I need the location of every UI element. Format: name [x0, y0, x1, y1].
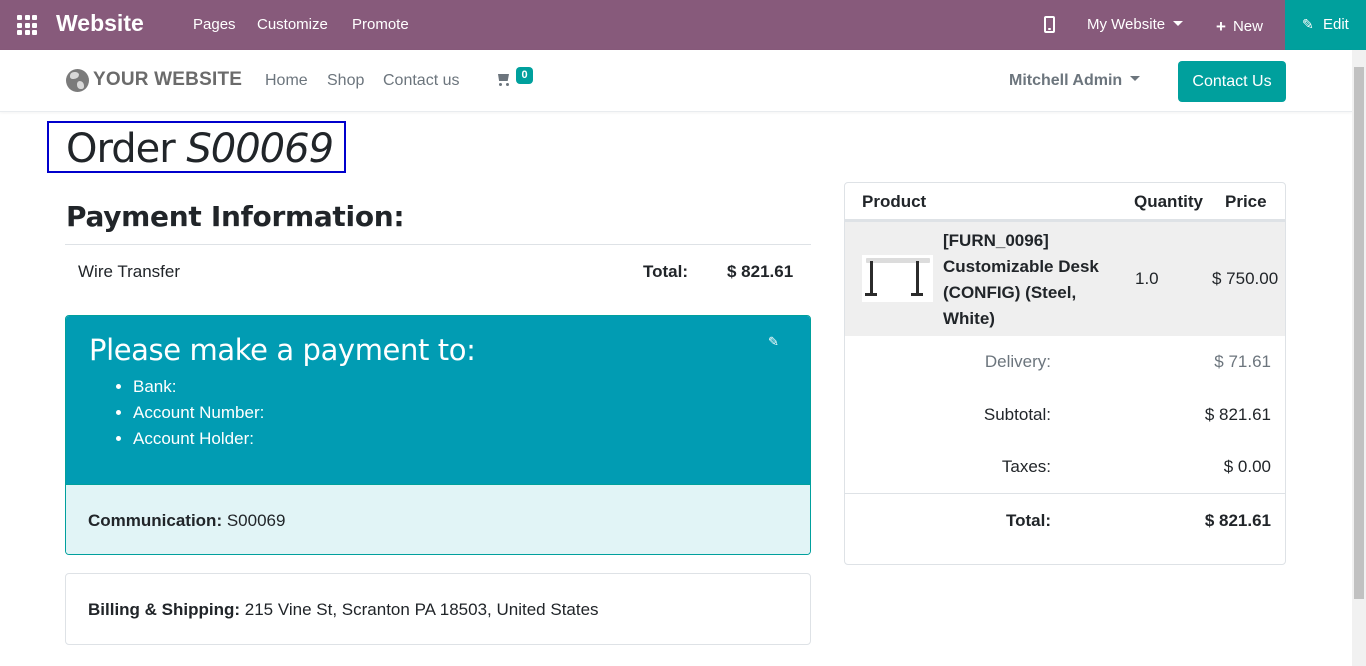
order-title: Order S00069: [47, 121, 346, 173]
pencil-icon: ✎: [1302, 16, 1314, 32]
column-header-price: Price: [1225, 192, 1267, 211]
nav-shop[interactable]: Shop: [327, 72, 364, 90]
delivery-label: Delivery:: [984, 352, 1051, 371]
my-website-label: My Website: [1087, 16, 1166, 33]
cart-count-badge: 0: [516, 67, 533, 84]
payment-total-value: $ 821.61: [727, 262, 794, 281]
communication-label: Communication:: [88, 511, 223, 530]
cart-link[interactable]: 0: [496, 67, 533, 87]
product-name[interactable]: [FURN_0096] Customizable Desk (CONFIG) (…: [943, 228, 1123, 332]
payment-instructions-heading: Please make a payment to:: [89, 333, 476, 367]
logo-text: YOUR WEBSITE: [93, 69, 243, 90]
billing-address: 215 Vine St, Scranton PA 18503, United S…: [244, 600, 599, 619]
nav-home[interactable]: Home: [265, 72, 308, 90]
list-item: Bank:: [133, 376, 264, 402]
billing-label: Billing & Shipping:: [88, 600, 241, 619]
menu-pages[interactable]: Pages: [193, 16, 236, 33]
edit-label: Edit: [1323, 16, 1349, 33]
site-logo[interactable]: YOUR WEBSITE: [66, 62, 242, 98]
payment-heading: Payment Information:: [66, 200, 405, 233]
payment-method-row: Wire Transfer Total: $ 821.61: [65, 244, 811, 297]
edit-button[interactable]: ✎ Edit: [1285, 0, 1366, 50]
product-image[interactable]: [862, 255, 933, 302]
menu-customize[interactable]: Customize: [257, 16, 328, 33]
column-header-quantity: Quantity: [1134, 192, 1203, 211]
admin-navbar: Website Pages Customize Promote My Websi…: [0, 0, 1366, 50]
mobile-preview-icon[interactable]: [1044, 16, 1055, 33]
payment-total-label: Total:: [643, 262, 689, 281]
subtotal-value: $ 821.61: [1204, 405, 1271, 424]
plus-icon: +: [1216, 17, 1226, 36]
apps-grid-icon[interactable]: [17, 15, 37, 35]
subtotal-label: Subtotal:: [983, 405, 1051, 424]
total-label: Total:: [1005, 511, 1051, 530]
table-row: [FURN_0096] Customizable Desk (CONFIG) (…: [845, 222, 1285, 336]
user-menu[interactable]: Mitchell Admin: [1009, 72, 1141, 90]
caret-down-icon: [1173, 20, 1184, 26]
list-item: Account Holder:: [133, 428, 264, 454]
product-quantity: 1.0: [1135, 269, 1159, 288]
taxes-value: $ 0.00: [1223, 457, 1271, 476]
app-brand[interactable]: Website: [56, 10, 144, 37]
menu-promote[interactable]: Promote: [352, 16, 409, 33]
taxes-label: Taxes:: [1001, 457, 1051, 476]
product-price: $ 750.00: [1212, 269, 1279, 288]
new-label: New: [1232, 18, 1263, 35]
order-summary-card: Product Quantity Price [FURN_0096] Custo…: [844, 182, 1286, 565]
new-button[interactable]: + New: [1216, 16, 1263, 36]
communication: Communication: S00069: [88, 511, 285, 531]
nav-contact-us[interactable]: Contact us: [383, 72, 459, 90]
order-number: S00069: [186, 126, 334, 172]
payment-details-list: Bank: Account Number: Account Holder:: [133, 376, 264, 454]
delivery-value: $ 71.61: [1214, 352, 1271, 371]
edit-pencil-icon[interactable]: ✎: [768, 334, 779, 350]
column-header-product: Product: [862, 192, 927, 211]
shopping-cart-icon: [496, 73, 512, 87]
scrollbar-thumb[interactable]: [1354, 67, 1364, 599]
order-title-prefix: Order: [66, 126, 176, 172]
user-name: Mitchell Admin: [1009, 72, 1123, 89]
globe-icon: [66, 68, 89, 92]
payment-method: Wire Transfer: [78, 262, 181, 281]
total-value: $ 821.61: [1204, 511, 1271, 530]
list-item: Account Number:: [133, 402, 264, 428]
website-header: YOUR WEBSITE Home Shop Contact us 0 Mitc…: [0, 50, 1352, 112]
my-website-dropdown[interactable]: My Website: [1087, 16, 1184, 33]
communication-value: S00069: [226, 511, 286, 530]
page-scrollbar[interactable]: [1352, 50, 1366, 666]
billing-shipping-box: Billing & Shipping: 215 Vine St, Scranto…: [65, 573, 811, 645]
caret-down-icon: [1130, 76, 1141, 82]
payment-instructions: Please make a payment to: ✎ Bank: Accoun…: [65, 315, 811, 555]
total-divider: [845, 493, 1285, 494]
contact-us-button[interactable]: Contact Us: [1178, 61, 1286, 102]
